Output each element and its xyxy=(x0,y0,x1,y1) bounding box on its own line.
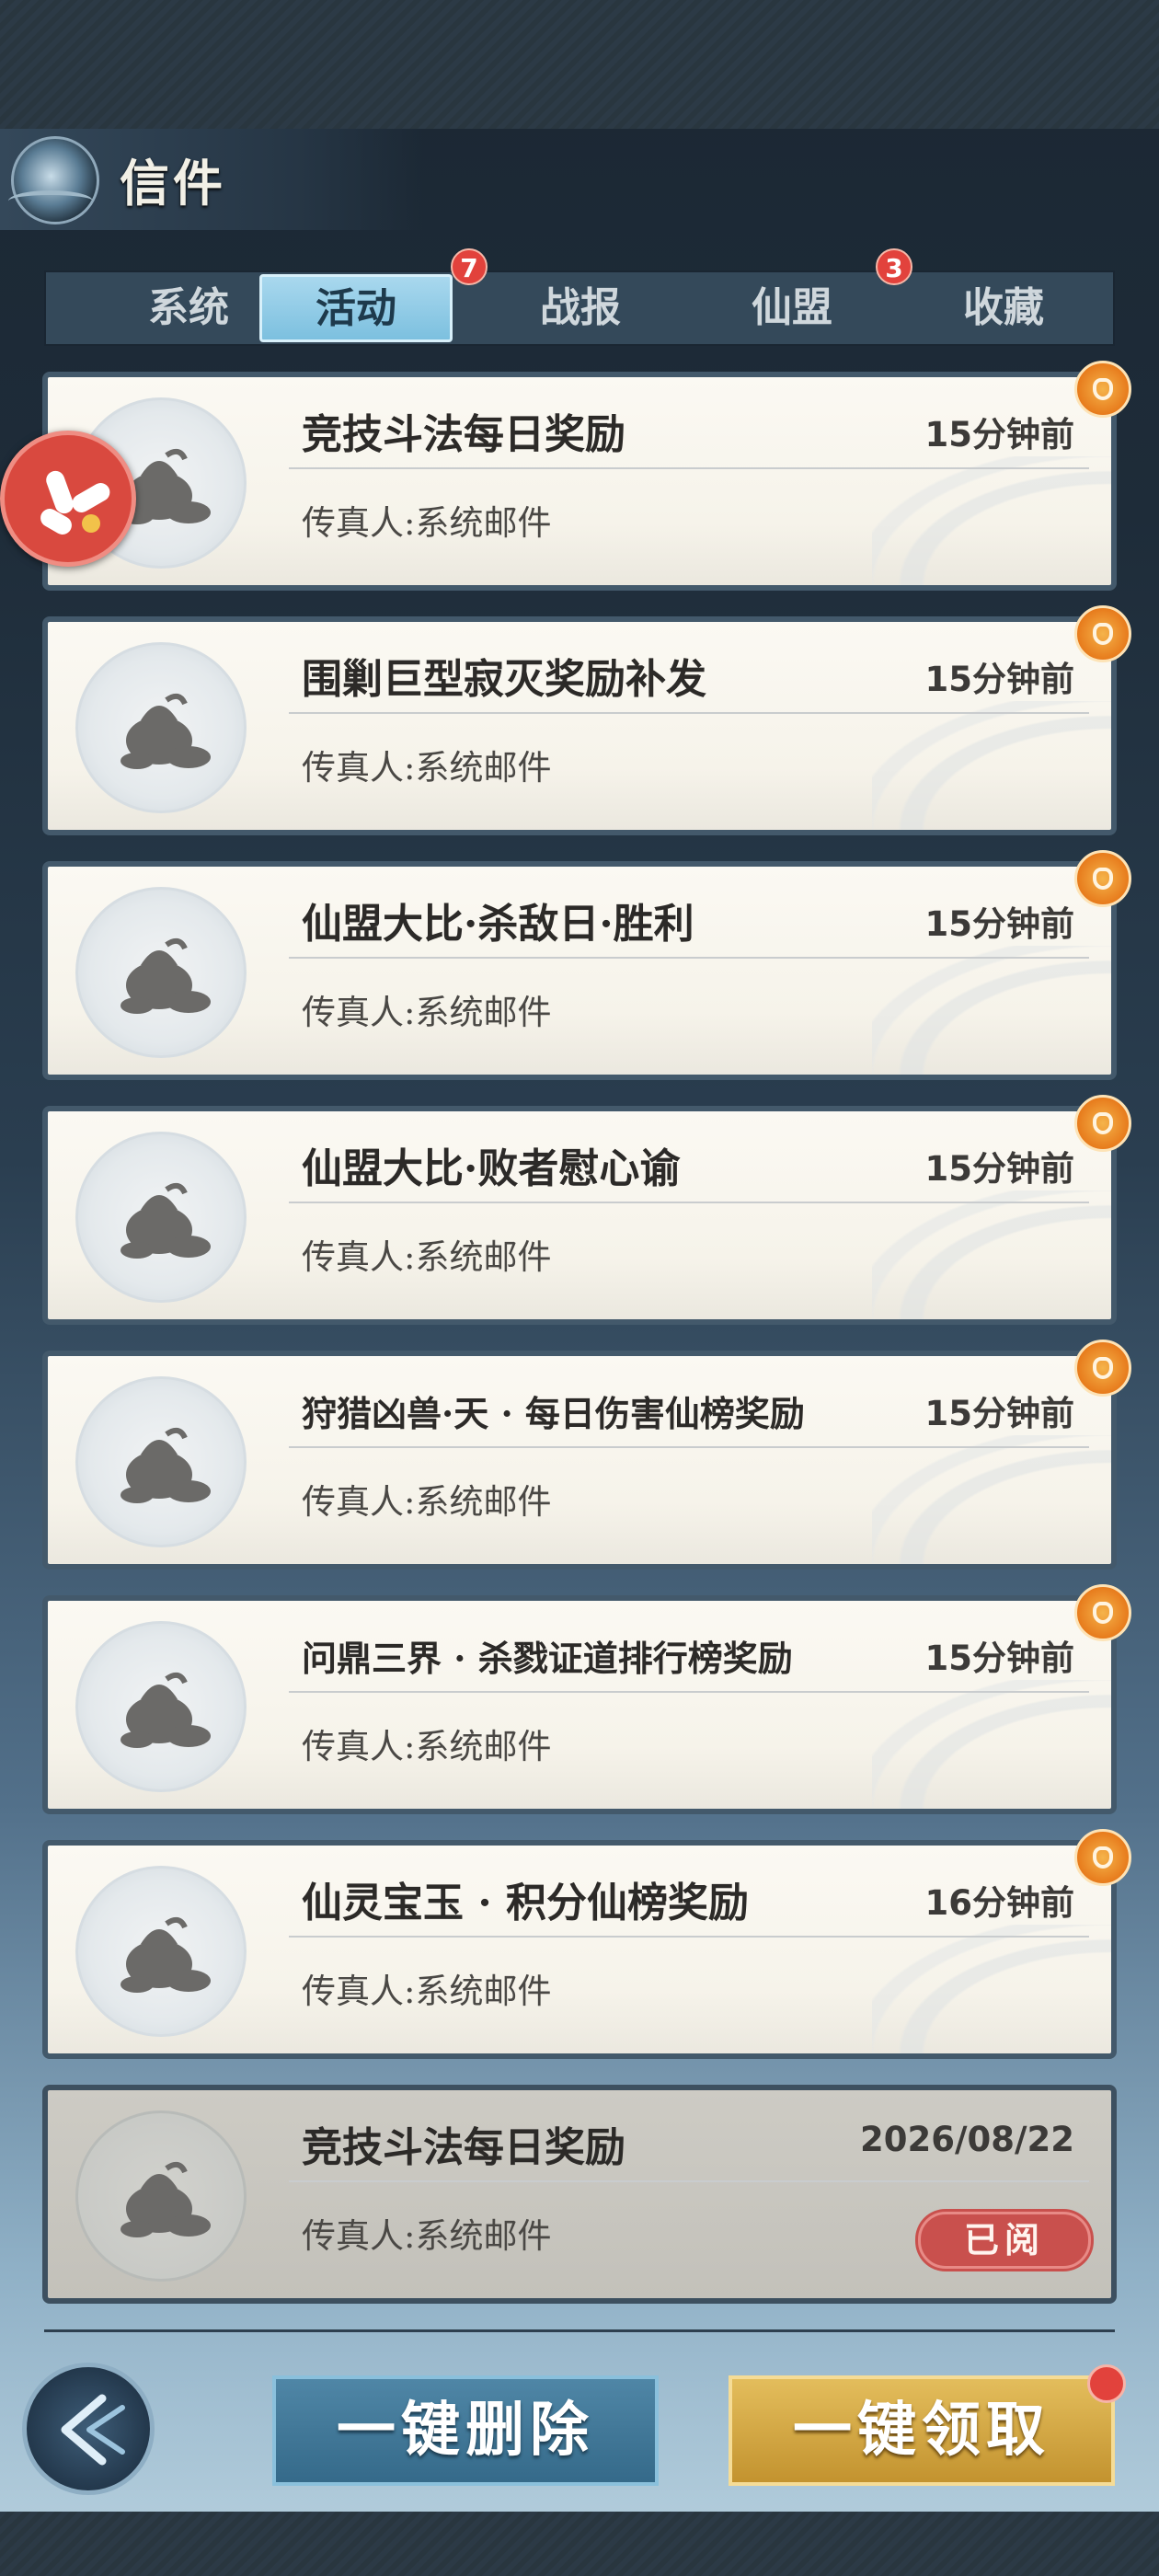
mail-sender: 传真人:系统邮件 xyxy=(302,1237,552,1277)
divider xyxy=(289,712,1089,714)
tab-battle-report[interactable]: 战报 xyxy=(484,272,677,344)
tab-guild-badge: 3 xyxy=(876,248,912,285)
footer-divider xyxy=(44,2329,1115,2332)
mail-subject: 围剿巨型寂灭奖励补发 xyxy=(302,656,706,703)
divider xyxy=(289,467,1089,469)
mail-item[interactable]: 仙盟大比·杀敌日·胜利 15分钟前 传真人:系统邮件 xyxy=(42,850,1131,1080)
gift-bag-icon xyxy=(1074,1584,1131,1641)
mail-time: 15分钟前 xyxy=(924,1149,1075,1189)
delete-all-button[interactable]: 一键删除 xyxy=(272,2375,659,2486)
mail-time: 15分钟前 xyxy=(924,1394,1075,1433)
wave-decoration xyxy=(872,1925,1111,2053)
tab-bar: 系统 活动 战报 仙盟 收藏 xyxy=(44,270,1115,346)
mail-subject: 仙盟大比·败者慰心谕 xyxy=(302,1145,681,1192)
mail-time: 15分钟前 xyxy=(924,415,1075,454)
divider xyxy=(289,1446,1089,1448)
mail-subject: 狩猎凶兽·天 · 每日伤害仙榜奖励 xyxy=(302,1393,805,1434)
divider xyxy=(289,1202,1089,1203)
tab-activity[interactable]: 活动 xyxy=(259,274,453,342)
gift-bag-icon xyxy=(1074,605,1131,662)
tab-activity-badge: 7 xyxy=(451,248,488,285)
gift-bag-icon xyxy=(1074,850,1131,907)
tab-guild[interactable]: 仙盟 xyxy=(695,272,889,344)
mail-time: 15分钟前 xyxy=(924,904,1075,944)
gift-bag-icon xyxy=(1074,361,1131,418)
wave-decoration xyxy=(872,456,1111,585)
tab-system[interactable]: 系统 xyxy=(92,272,285,344)
mail-time: 15分钟前 xyxy=(924,660,1075,699)
mail-list: 竞技斗法每日奖励 15分钟前 传真人:系统邮件 围剿巨型寂灭奖励补发 15分钟前… xyxy=(42,361,1131,2329)
read-status-badge: 已阅 xyxy=(918,2212,1091,2269)
mail-subject: 仙灵宝玉 · 积分仙榜奖励 xyxy=(302,1880,749,1926)
treasure-bag-icon xyxy=(75,1866,247,2037)
mail-subject: 问鼎三界 · 杀戮证道排行榜奖励 xyxy=(302,1638,793,1679)
back-arrow-icon xyxy=(61,2394,125,2466)
gift-bag-icon xyxy=(1074,1340,1131,1397)
mail-item[interactable]: 问鼎三界 · 杀戮证道排行榜奖励 15分钟前 传真人:系统邮件 xyxy=(42,1584,1131,1814)
divider xyxy=(289,957,1089,959)
mail-item[interactable]: 狩猎凶兽·天 · 每日伤害仙榜奖励 15分钟前 传真人:系统邮件 xyxy=(42,1340,1131,1570)
mail-time: 16分钟前 xyxy=(924,1883,1075,1923)
tab-favorites[interactable]: 收藏 xyxy=(907,272,1100,344)
mail-sender: 传真人:系统邮件 xyxy=(302,748,552,788)
mail-item[interactable]: 围剿巨型寂灭奖励补发 15分钟前 传真人:系统邮件 xyxy=(42,605,1131,835)
treasure-bag-icon xyxy=(75,887,247,1058)
wave-decoration xyxy=(872,946,1111,1075)
treasure-bag-icon xyxy=(75,1621,247,1792)
claim-all-button[interactable]: 一键领取 xyxy=(729,2375,1115,2486)
mail-sender: 传真人:系统邮件 xyxy=(302,503,552,543)
gift-bag-icon xyxy=(1074,1095,1131,1152)
mail-item[interactable]: 竞技斗法每日奖励 15分钟前 传真人:系统邮件 xyxy=(42,361,1131,591)
divider xyxy=(289,1936,1089,1938)
mail-subject: 仙盟大比·杀敌日·胜利 xyxy=(302,901,694,948)
mail-sender: 传真人:系统邮件 xyxy=(302,1727,552,1766)
mail-time: 2026/08/22 xyxy=(860,2120,1074,2159)
mail-time: 15分钟前 xyxy=(924,1639,1075,1678)
wave-decoration xyxy=(872,701,1111,830)
back-button[interactable] xyxy=(22,2363,155,2495)
page-title: 信件 xyxy=(120,154,226,213)
mail-item-read[interactable]: 竞技斗法每日奖励 2026/08/22 传真人:系统邮件 已阅 xyxy=(42,2085,1117,2304)
mail-sender: 传真人:系统邮件 xyxy=(302,993,552,1032)
mail-subject: 竞技斗法每日奖励 xyxy=(302,411,625,458)
treasure-bag-icon xyxy=(75,1376,247,1547)
assistant-bubble-icon[interactable] xyxy=(0,431,136,567)
mail-sender: 传真人:系统邮件 xyxy=(302,1482,552,1522)
mail-emblem-icon xyxy=(8,136,99,224)
wave-decoration xyxy=(872,1435,1111,1564)
divider xyxy=(289,1691,1089,1693)
mail-item[interactable]: 仙盟大比·败者慰心谕 15分钟前 传真人:系统邮件 xyxy=(42,1095,1131,1325)
top-status-bar xyxy=(0,0,1159,129)
treasure-bag-icon xyxy=(75,642,247,813)
mail-item[interactable]: 仙灵宝玉 · 积分仙榜奖励 16分钟前 传真人:系统邮件 xyxy=(42,1829,1131,2059)
claim-notification-dot xyxy=(1087,2364,1126,2403)
divider xyxy=(289,2180,1089,2182)
wave-decoration xyxy=(872,1190,1111,1319)
mail-sender: 传真人:系统邮件 xyxy=(302,2216,552,2256)
treasure-bag-icon xyxy=(75,1132,247,1303)
gift-bag-icon xyxy=(1074,1829,1131,1886)
wave-decoration xyxy=(872,1680,1111,1809)
mail-sender: 传真人:系统邮件 xyxy=(302,1972,552,2011)
bottom-system-bar xyxy=(0,2512,1159,2576)
treasure-bag-icon xyxy=(75,2110,247,2282)
mail-subject: 竞技斗法每日奖励 xyxy=(302,2124,625,2171)
